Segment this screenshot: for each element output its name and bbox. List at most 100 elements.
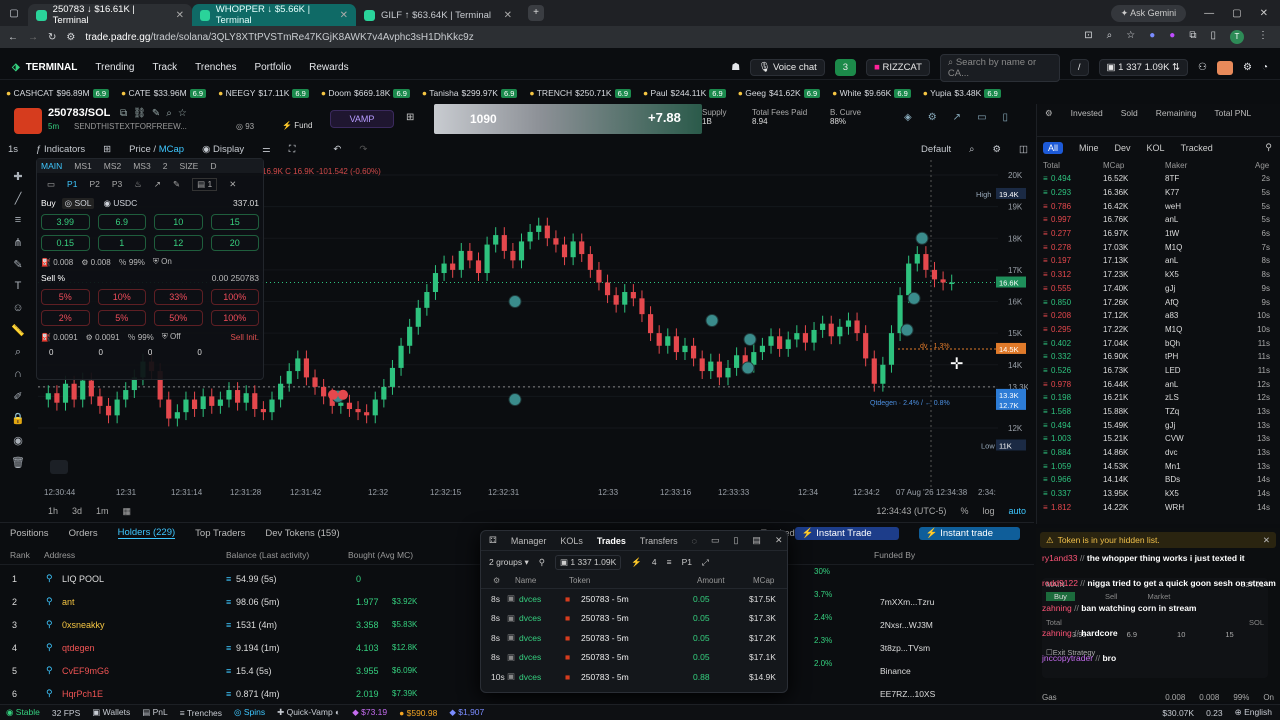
edit-icon[interactable]: ✎ (152, 108, 160, 119)
holder-name[interactable]: LIQ POOL (62, 574, 104, 584)
install-icon[interactable]: ⊡ (1084, 30, 1092, 44)
trade-maker[interactable]: a83 (1165, 311, 1255, 320)
eye-icon[interactable]: ◉ (4, 434, 32, 456)
holder-funded-by[interactable]: EE7RZ...10XS (880, 689, 935, 699)
tab-positions[interactable]: Positions (10, 528, 49, 539)
close-icon[interactable]: ✕ (229, 179, 236, 190)
tab-orders[interactable]: Orders (69, 528, 98, 539)
dev-sell-marker[interactable] (338, 389, 348, 400)
quick-vamp-toggle[interactable]: ✚ Quick-Vamp ◐ (277, 707, 340, 718)
trade-marker-avatar[interactable] (900, 323, 914, 337)
trade-maker[interactable]: bQh (1165, 339, 1255, 348)
tf-3d[interactable]: 3d (72, 506, 82, 516)
trade-marker-avatar[interactable] (741, 361, 755, 375)
ticker-item[interactable]: ● Tanisha $299.97K 6.9 (422, 88, 518, 98)
settings-icon[interactable]: ⚙ (928, 112, 937, 123)
trade-token[interactable]: 250783 - 5m (581, 613, 693, 623)
wallet-pill[interactable]: ▣ 1 337 1.09K ⇅ (1098, 59, 1189, 76)
preset-select[interactable]: P1 (682, 557, 692, 567)
trade-marker-avatar[interactable] (907, 291, 921, 305)
tab-2[interactable]: 2 (163, 161, 168, 171)
trade-row[interactable]: ≡ 0.978 16.44K anL 12s (1037, 377, 1280, 391)
tab-ms1[interactable]: MS1 (74, 161, 91, 171)
bookmark-star-icon[interactable]: ☆ (1126, 30, 1135, 44)
close-tab-icon[interactable]: ✕ (504, 10, 512, 21)
filter-icon[interactable]: ⚲ (46, 688, 53, 699)
crosshair-icon[interactable]: ✚ (4, 170, 32, 192)
back-icon[interactable]: ← (8, 32, 18, 43)
nav-trending[interactable]: Trending (95, 62, 134, 73)
trade-row[interactable]: ≡ 0.786 16.42K weH 5s (1037, 199, 1280, 213)
popup-trade-row[interactable]: 8s ▣ dvces ■ 250783 - 5m 0.05 $17.1K (481, 648, 787, 668)
chat-user[interactable]: zahning (1042, 628, 1072, 638)
fire-icon[interactable]: ♨ (134, 179, 142, 190)
wallet-icon[interactable]: ⚙ (1045, 108, 1053, 119)
col-age[interactable]: Age (1255, 161, 1269, 170)
browser-tab-3[interactable]: GILF ↑ $63.64K | Terminal ✕ (356, 4, 520, 26)
trader-name[interactable]: dvces (519, 613, 565, 623)
dev-sell-marker[interactable] (328, 389, 338, 400)
trade-row[interactable]: ≡ 1.059 14.53K Mn1 13s (1037, 459, 1280, 473)
ticker-item[interactable]: ● White $9.66K 6.9 (832, 88, 911, 98)
expand-icon[interactable]: ⤢ (702, 557, 709, 568)
trade-maker[interactable]: anL (1165, 256, 1255, 265)
col-maker[interactable]: Maker (1165, 161, 1255, 170)
settings-sliders-icon[interactable]: ⚌ (262, 144, 271, 155)
holder-funded-by[interactable]: 7mXXm...Tzru (880, 597, 934, 607)
close-window-icon[interactable]: ✕ (1260, 8, 1268, 19)
brand-logo[interactable]: ⬗ TERMINAL (12, 62, 77, 73)
trade-marker-avatar[interactable] (508, 295, 522, 308)
price-mcap-toggle[interactable]: Price / MCap (129, 144, 184, 155)
extension-icon-2[interactable]: ● (1169, 30, 1175, 44)
extension-icon[interactable]: ● (1149, 30, 1155, 44)
close-tab-icon[interactable]: ✕ (176, 10, 184, 21)
popup-trade-row[interactable]: 8s ▣ dvces ■ 250783 - 5m 0.05 $17.3K (481, 609, 787, 629)
avatar[interactable] (1216, 60, 1233, 75)
trade-maker[interactable]: tPH (1165, 352, 1255, 361)
holder-name[interactable]: 0xsneakky (62, 620, 105, 630)
trash-icon[interactable]: 🗑 (4, 456, 32, 478)
text-icon[interactable]: T (4, 280, 32, 302)
tab-transfers[interactable]: Transfers (640, 536, 678, 546)
ask-gemini-button[interactable]: ✦ Ask Gemini (1110, 4, 1187, 22)
site-info-icon[interactable]: ⚙ (66, 32, 75, 43)
ticker-item[interactable]: ● CATE $33.96M 6.9 (121, 88, 207, 98)
trade-row[interactable]: ≡ 0.208 17.12K a83 10s (1037, 309, 1280, 323)
trade-token[interactable]: 250783 - 5m (581, 672, 693, 682)
trade-maker[interactable]: anL (1165, 215, 1255, 224)
trade-token[interactable]: 250783 - 5m (581, 633, 693, 643)
nav-trenches[interactable]: Trenches (195, 62, 236, 73)
vamp-button[interactable]: VAMP (330, 110, 394, 128)
browser-menu-icon[interactable]: ⋮ (1258, 30, 1268, 44)
interval-select[interactable]: 1s (8, 144, 18, 155)
filter-all[interactable]: All (1043, 141, 1064, 154)
trade-token[interactable]: 250783 - 5m (581, 652, 693, 662)
bell-icon[interactable]: ◈ (904, 112, 912, 123)
trade-row[interactable]: ≡ 0.197 17.13K anL 8s (1037, 254, 1280, 268)
trade-maker[interactable]: gJj (1165, 284, 1255, 293)
trade-maker[interactable]: WRH (1165, 503, 1255, 512)
browser-tab-1[interactable]: 250783 ↓ $16.61K | Terminal ✕ (28, 4, 192, 26)
col-amount[interactable]: Amount (697, 576, 753, 585)
filter-icon[interactable]: ⚲ (46, 573, 53, 584)
zoom-icon[interactable]: ⌕ (4, 346, 32, 368)
tf-1m[interactable]: 1m (96, 506, 109, 516)
instant-trade-button[interactable]: ⚡ Instant Trade (794, 526, 899, 540)
fib-icon[interactable]: ≡ (4, 214, 32, 236)
lock-icon[interactable]: 🔒 (4, 412, 32, 434)
col-total[interactable]: Total (1043, 161, 1103, 170)
ticker-item[interactable]: ● Yupia $3.48K 6.9 (923, 88, 1001, 98)
nav-rewards[interactable]: Rewards (309, 62, 348, 73)
bolt-icon[interactable]: ⚡ (631, 557, 642, 568)
link-icon[interactable]: ⛓ (133, 108, 146, 119)
ticker-item[interactable]: ● Geeg $41.62K 6.9 (738, 88, 821, 98)
trade-row[interactable]: ≡ 1.003 15.21K CVW 13s (1037, 432, 1280, 446)
buy-amount-button[interactable]: 12 (154, 235, 203, 251)
col-bought[interactable]: Bought (Avg MC) (348, 550, 413, 560)
trade-maker[interactable]: AfQ (1165, 298, 1255, 307)
sell-pct-button[interactable]: 50% (154, 310, 203, 326)
pattern-icon[interactable]: ⋔ (4, 236, 32, 258)
col-mcap[interactable]: MCap (1103, 161, 1165, 170)
close-notice-icon[interactable]: ✕ (1263, 535, 1270, 546)
trade-row[interactable]: ≡ 0.997 16.76K anL 5s (1037, 213, 1280, 227)
